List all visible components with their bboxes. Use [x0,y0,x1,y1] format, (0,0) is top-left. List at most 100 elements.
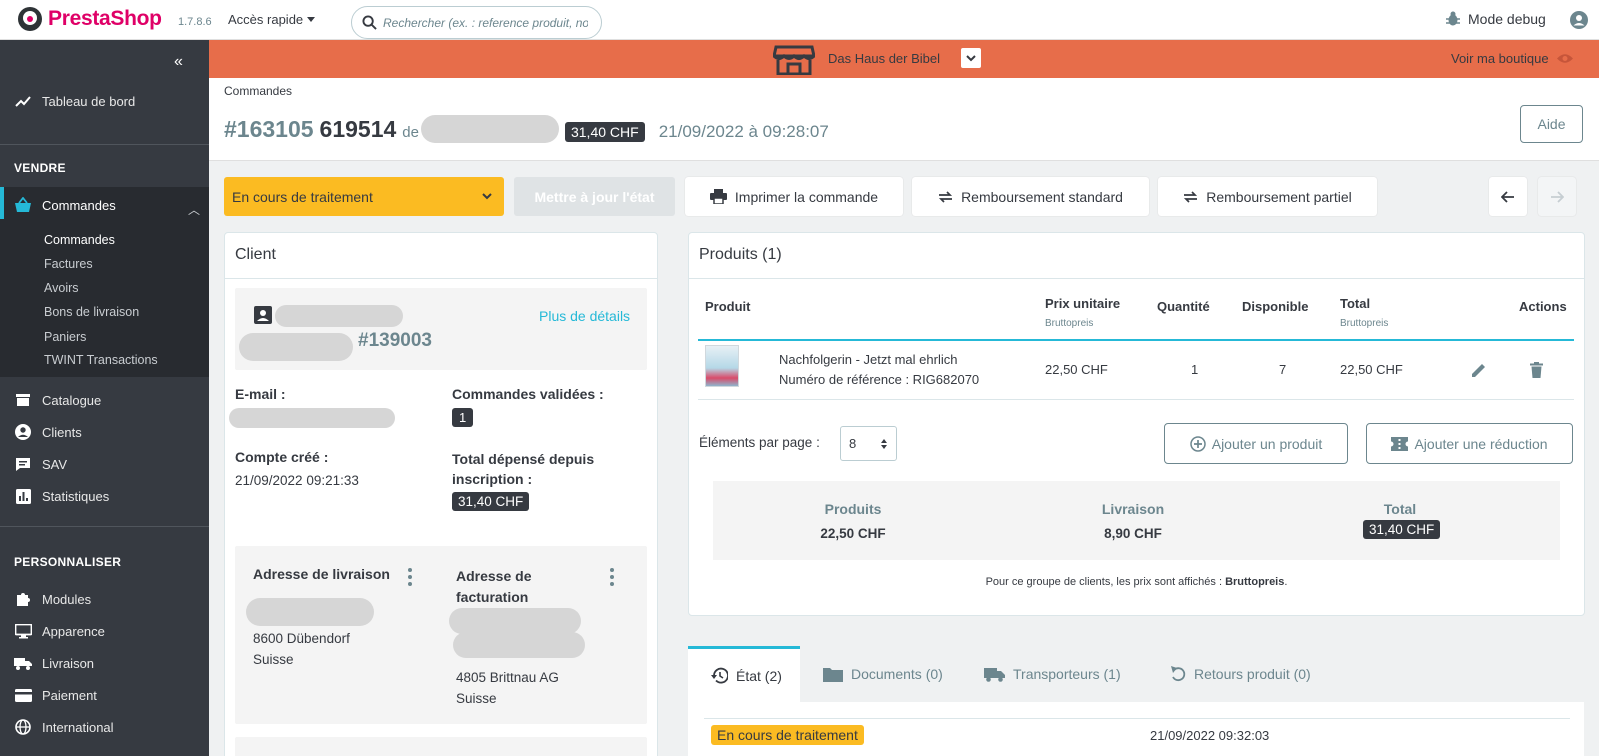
trash-icon[interactable] [1530,362,1543,378]
search-box[interactable] [351,6,602,39]
quick-access-label: Accès rapide [228,12,304,27]
sidebar-item-customers[interactable]: Clients [14,423,82,441]
collapse-sidebar-icon[interactable]: « [174,53,183,71]
tab-label: État (2) [736,667,782,684]
order-from-label: de [402,124,419,141]
order-summary: Produits 22,50 CHF Livraison 8,90 CHF To… [713,481,1560,560]
breadcrumb[interactable]: Commandes [224,84,292,98]
previous-order-button[interactable] [1489,177,1527,216]
account-icon[interactable] [1570,11,1588,32]
sidebar-item-catalog[interactable]: Catalogue [14,391,101,409]
search-input[interactable] [383,15,588,30]
globe-icon [14,718,32,736]
shop-name: Das Haus der Bibel [828,51,940,66]
order-id: #163105 [224,116,314,142]
print-order-button[interactable]: Imprimer la commande [685,177,903,216]
sidebar-subitem-credit-slips[interactable]: Avoirs [44,281,79,295]
chevron-up-icon[interactable]: ︿ [188,201,200,218]
col-subheader-total: Bruttopreis [1340,318,1389,329]
prestashop-logo[interactable]: PrestaShop [18,7,162,31]
tab-documents[interactable]: Documents (0) [823,646,943,702]
next-order-button[interactable] [1538,177,1576,216]
card-divider [225,278,657,279]
sidebar-item-sav[interactable]: SAV [14,455,67,473]
customer-summary-box: #139003 Plus de détails [235,288,647,370]
sidebar-subitem-twint[interactable]: TWINT Transactions [44,353,158,367]
truck-icon [14,654,32,672]
sidebar-item-stats[interactable]: Statistiques [14,487,109,505]
debug-mode-toggle[interactable]: Mode debug [1446,11,1546,27]
total-spent-badge: 31,40 CHF [452,492,530,511]
per-page-select[interactable]: 8 [840,426,897,461]
tab-carriers[interactable]: Transporteurs (1) [984,646,1121,702]
store-icon [14,391,32,409]
credit-card-icon [14,686,32,704]
billing-address-label: Adresse de facturation [456,568,532,605]
view-shop-link[interactable]: Voir ma boutique [1451,51,1573,66]
billing-address-menu-icon[interactable] [610,568,614,586]
swap-icon [1184,190,1198,203]
account-created-label: Compte créé : [235,449,329,465]
sidebar-item-international[interactable]: International [14,718,114,736]
col-header-product: Produit [705,299,751,314]
tab-product-returns[interactable]: Retours produit (0) [1170,646,1311,702]
contact-card-icon [254,306,272,324]
trending-up-icon [14,92,32,110]
sidebar-item-shipping[interactable]: Livraison [14,654,94,672]
product-unit-price: 22,50 CHF [1045,362,1108,377]
sidebar-item-orders[interactable]: Commandes [14,196,116,214]
puzzle-icon [14,590,32,608]
tab-status[interactable]: État (2) [688,646,800,702]
sidebar-subitem-delivery-slips[interactable]: Bons de livraison [44,305,139,319]
prestashop-logo-icon [18,7,42,31]
top-header: PrestaShop 1.7.8.6 Accès rapide Mode deb… [0,0,1599,40]
help-button[interactable]: Aide [1520,105,1583,143]
status-badge: En cours de traitement [711,725,864,745]
validated-orders-badge: 1 [452,408,474,427]
page-title: #163105 619514 de 31,40 CHF 21/09/2022 à… [224,109,829,143]
order-reference: 619514 [319,116,397,142]
billing-country: Suisse [456,691,497,706]
add-discount-label: Ajouter une réduction [1414,435,1548,452]
partial-refund-button[interactable]: Remboursement partiel [1158,177,1377,216]
col-subheader-unit-price: Bruttopreis [1045,318,1094,329]
standard-refund-button[interactable]: Remboursement standard [912,177,1149,216]
sidebar-item-dashboard[interactable]: Tableau de bord [14,92,135,110]
price-note-value: Bruttopreis [1225,576,1285,588]
order-status-select[interactable]: En cours de traitement [224,177,504,216]
status-date: 21/09/2022 09:32:03 [1150,728,1270,743]
update-status-button[interactable]: Mettre à jour l'état [514,177,675,216]
quick-access-menu[interactable]: Accès rapide [228,12,316,27]
addresses-box: Adresse de livraison 8600 Dübendorf Suis… [235,546,647,724]
sidebar-item-label: Clients [42,424,82,440]
chat-icon [14,455,32,473]
redacted-customer-name [420,115,559,143]
per-page-label: Éléments par page : [699,435,820,450]
sidebar-item-appearance[interactable]: Apparence [14,622,105,640]
desktop-icon [14,622,32,640]
partial-refund-label: Remboursement partiel [1206,188,1352,205]
product-reference: Numéro de référence : RIG682070 [779,372,980,387]
sidebar-item-payment[interactable]: Paiement [14,686,97,704]
product-thumbnail[interactable] [705,345,739,387]
history-row-divider [704,718,1570,719]
more-details-link[interactable]: Plus de détails [539,308,630,324]
version-label: 1.7.8.6 [178,16,212,28]
customer-extra-box [235,737,647,756]
shipping-address-menu-icon[interactable] [408,568,412,586]
edit-icon[interactable] [1471,362,1487,378]
sidebar-subitem-invoices[interactable]: Factures [44,257,93,271]
sidebar-item-modules[interactable]: Modules [14,590,91,608]
add-product-button[interactable]: Ajouter un produit [1164,423,1348,464]
product-available: 7 [1279,362,1287,377]
sidebar-subitem-orders[interactable]: Commandes [44,233,115,247]
shop-selector-button[interactable] [961,48,981,68]
add-discount-button[interactable]: Ajouter une réduction [1366,423,1573,464]
product-name-link[interactable]: Nachfolgerin - Jetzt mal ehrlich [779,352,957,367]
sort-arrows-icon [881,438,887,449]
price-display-note: Pour ce groupe de clients, les prix sont… [689,576,1584,588]
shop-context-bar: Das Haus der Bibel Voir ma boutique [209,40,1599,78]
col-header-actions: Actions [1519,299,1567,314]
products-card: Produits (1) Produit Prix unitaire Brutt… [688,232,1585,616]
sidebar-subitem-carts[interactable]: Paniers [44,330,86,344]
